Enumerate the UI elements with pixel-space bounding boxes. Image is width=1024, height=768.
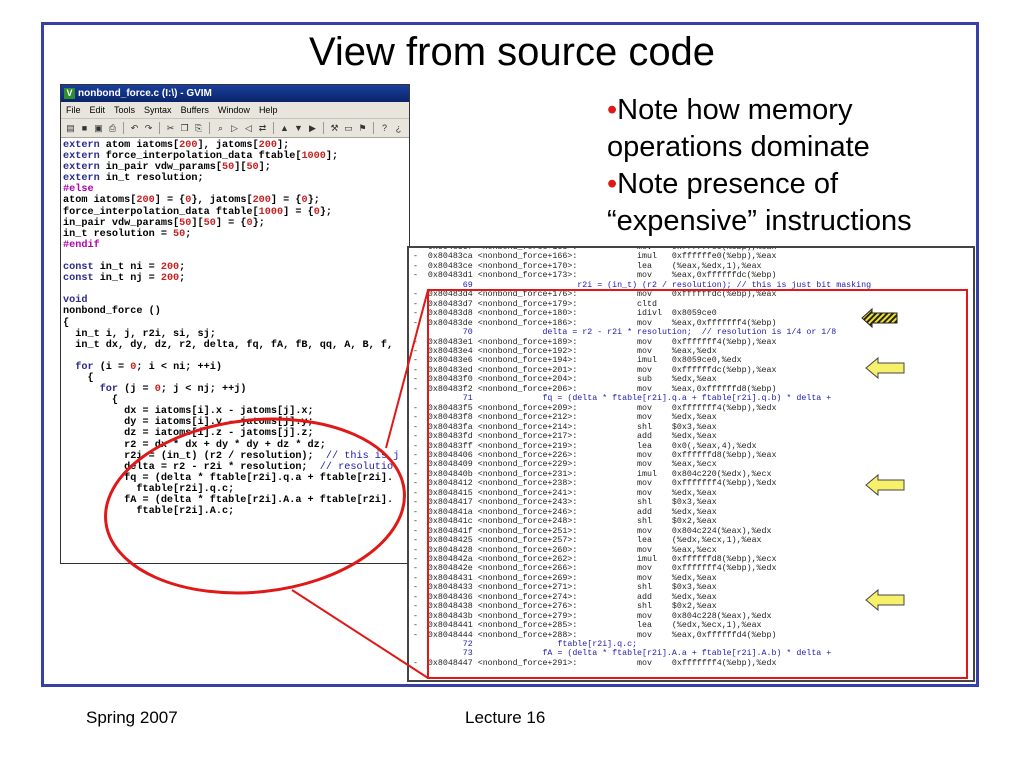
bullet-marker: • [607,94,618,126]
imul-arrow-icon-3 [865,588,905,612]
footer-date: Spring 2007 [86,708,178,727]
expensive-instruction-arrow-icon [861,307,898,329]
bullet-item: •Note how memory operations dominate [607,94,870,163]
code-highlight-ellipse [104,417,406,595]
bullet-item: •Note presence of “expensive” instructio… [607,168,912,237]
footer-lecture: Lecture 16 [465,708,546,727]
bullet-list: •Note how memory operations dominate •No… [607,92,967,240]
connector-line-top [385,289,429,449]
imul-arrow-icon-1 [865,356,905,380]
connector-line-bottom [291,589,429,679]
imul-arrow-icon-2 [865,473,905,497]
bullet-marker: • [607,168,618,200]
